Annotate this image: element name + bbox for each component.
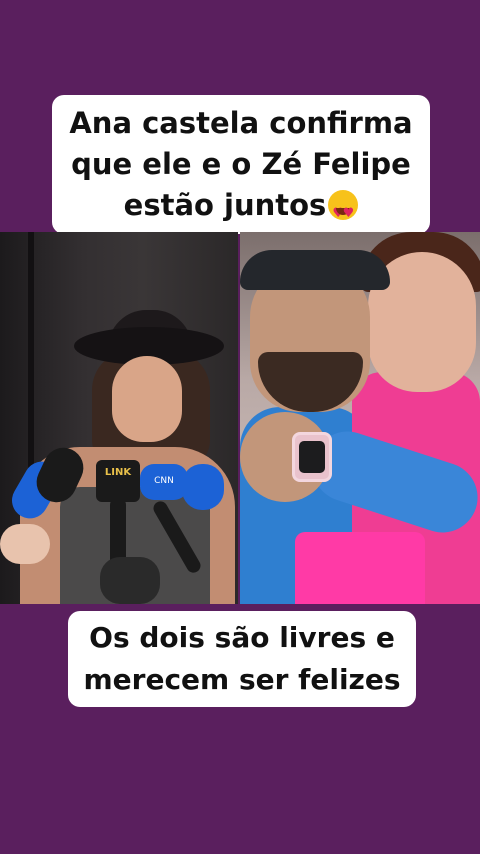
pink-clothing — [295, 532, 425, 604]
bottom-caption: Os dois são livres e merecem ser felizes — [68, 611, 416, 707]
smartwatch-icon — [292, 432, 332, 482]
right-photo — [240, 232, 480, 604]
mic-logo-cnn: CNN — [140, 464, 188, 500]
woman-face — [112, 356, 182, 442]
man-cap — [240, 250, 390, 290]
top-caption-line-3-text: estão juntos — [123, 188, 327, 222]
door-frame — [28, 232, 34, 482]
top-caption: Ana castela confirma que ele e o Zé Feli… — [52, 95, 430, 234]
reporter-hand — [0, 524, 50, 564]
bottom-caption-line-1: Os dois são livres e — [89, 621, 395, 654]
microphone-blue-right — [182, 464, 224, 510]
camera-equipment — [100, 557, 160, 604]
left-photo: LINK CNN — [0, 232, 238, 604]
top-caption-line-1: Ana castela confirma — [69, 106, 413, 140]
top-caption-line-2: que ele e o Zé Felipe — [71, 147, 411, 181]
heart-eyes-emoji-icon — [328, 190, 359, 234]
top-caption-line-3: estão juntos — [62, 185, 420, 234]
bottom-caption-line-2: merecem ser felizes — [83, 663, 401, 696]
mic-logo-link: LINK — [96, 460, 140, 502]
